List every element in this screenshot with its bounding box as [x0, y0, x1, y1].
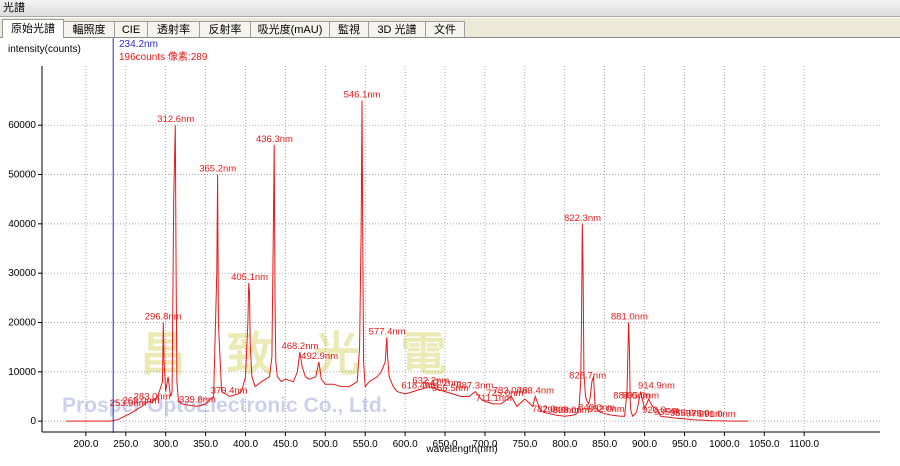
x-tick-label: 1050.0	[749, 439, 780, 450]
tab-3d-spectrum[interactable]: 3D 光譜	[368, 21, 426, 37]
window-title: 光譜	[0, 0, 900, 17]
x-tick-label: 800.0	[552, 439, 577, 450]
y-axis-label: intensity(counts)	[8, 44, 81, 55]
peak-label: 546.1nm	[344, 90, 381, 101]
y-tick-label: 10000	[8, 367, 36, 378]
x-tick-label: 500.0	[313, 439, 338, 450]
x-tick-label: 950.0	[672, 439, 697, 450]
tab-absorbance[interactable]: 吸光度(mAU)	[250, 21, 330, 37]
tab-file[interactable]: 文件	[425, 21, 465, 37]
tab-irradiance[interactable]: 輻照度	[63, 21, 115, 37]
x-tick-label: 600.0	[393, 439, 418, 450]
x-tick-label: 1100.0	[789, 439, 819, 450]
y-tick-label: 60000	[8, 120, 36, 131]
x-tick-label: 550.0	[353, 439, 378, 450]
peak-label: 895.0nm	[622, 390, 659, 401]
tab-bar: 原始光譜 輻照度 CIE 透射率 反射率 吸光度(mAU) 監視 3D 光譜 文…	[0, 18, 900, 38]
x-tick-label: 350.0	[193, 439, 218, 450]
peak-label: 763.4nm	[517, 385, 554, 396]
peak-label: 365.2nm	[199, 164, 236, 175]
peak-label: 881.0nm	[611, 311, 648, 322]
tab-raw-spectrum[interactable]: 原始光譜	[2, 19, 64, 38]
peak-label: 296.8nm	[145, 311, 182, 322]
x-tick-label: 750.0	[512, 439, 537, 450]
peak-label: 991.0nm	[699, 409, 736, 420]
y-tick-label: 0	[30, 416, 36, 427]
x-tick-label: 450.0	[273, 439, 298, 450]
x-tick-label: 300.0	[153, 439, 178, 450]
y-tick-label: 50000	[8, 170, 36, 181]
tab-monitor[interactable]: 監視	[329, 21, 369, 37]
cursor-wavelength: 234.2nm	[119, 39, 158, 50]
x-tick-label: 250.0	[113, 439, 138, 450]
plot-area[interactable]: 昌 致 光 電 Prosper OptoElectronic Co., Ltd.…	[0, 38, 900, 461]
x-axis-label: wavelength(nm)	[425, 444, 497, 455]
y-tick-label: 20000	[8, 317, 36, 328]
peak-label: 492.9nm	[301, 351, 338, 362]
peak-label: 379.4nm	[211, 385, 248, 396]
peak-label: 577.4nm	[369, 326, 406, 337]
x-tick-label: 900.0	[632, 439, 657, 450]
tab-transmittance[interactable]: 透射率	[147, 21, 200, 37]
spectrum-chart[interactable]: 昌 致 光 電 Prosper OptoElectronic Co., Ltd.…	[0, 38, 900, 461]
peak-label: 312.6nm	[157, 114, 194, 125]
y-tick-label: 40000	[8, 219, 36, 230]
x-tick-label: 1000.0	[709, 439, 740, 450]
y-tick-label: 30000	[8, 268, 36, 279]
peak-label: 852.0nm	[588, 404, 625, 415]
x-tick-label: 400.0	[233, 439, 258, 450]
peak-label: 283.0nm	[134, 391, 171, 402]
peak-label: 828.7nm	[569, 371, 606, 382]
peak-label: 822.3nm	[564, 213, 601, 224]
x-tick-label: 200.0	[73, 439, 98, 450]
tab-reflectance[interactable]: 反射率	[199, 21, 251, 37]
peak-label: 405.1nm	[231, 272, 268, 283]
peak-label: 436.3nm	[256, 134, 293, 145]
tab-cie[interactable]: CIE	[114, 21, 148, 37]
cursor-value: 196counts 像素:289	[119, 50, 208, 63]
peak-label: 914.9nm	[638, 381, 675, 392]
x-tick-label: 850.0	[592, 439, 617, 450]
